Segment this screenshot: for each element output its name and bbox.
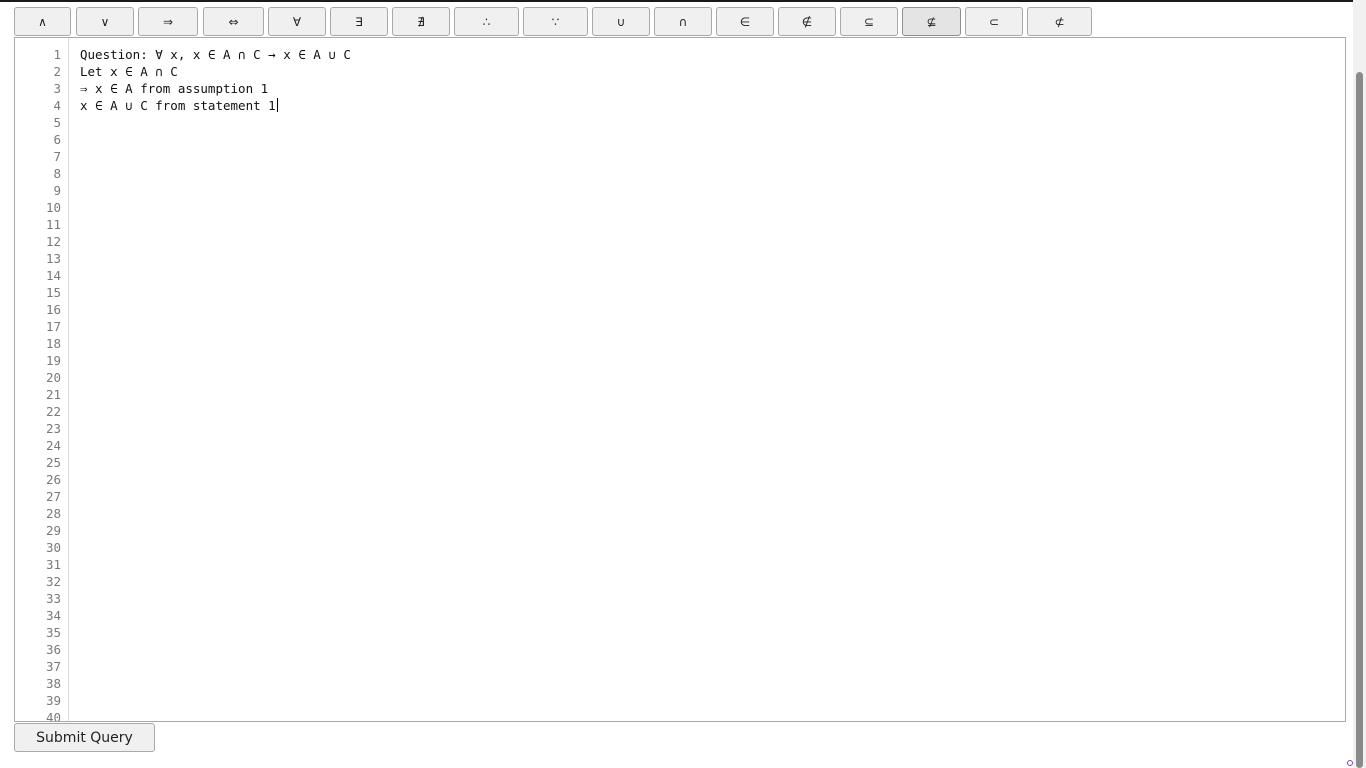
symbol-button-not-subset-eq[interactable]: ⊈ — [902, 7, 961, 36]
submit-query-button[interactable]: Submit Query — [14, 723, 155, 752]
line-number: 1 — [53, 47, 61, 62]
symbol-button-and[interactable]: ∧ — [14, 7, 71, 36]
symbol-button-not-exists[interactable]: ∄ — [392, 7, 450, 36]
symbol-button-not-element-of[interactable]: ∉ — [778, 7, 836, 36]
line-number: 3 — [53, 81, 61, 96]
line-number: 20 — [45, 370, 61, 385]
line-number: 7 — [53, 149, 61, 164]
line-number: 13 — [45, 251, 61, 266]
line-number: 26 — [45, 472, 61, 487]
page-scrollbar[interactable] — [1353, 0, 1366, 768]
line-number: 35 — [45, 625, 61, 640]
line-number: 40 — [45, 710, 61, 722]
line-number: 4 — [53, 98, 61, 113]
symbol-button-element-of[interactable]: ∈ — [716, 7, 774, 36]
line-number-gutter: 1 2 3 4 5 6 7 8 9 10 11 12 13 14 15 16 17 18 19 20 21 22 23 24 2… — [15, 38, 69, 721]
editor-line-text: x ∈ A ∪ C from statement 1 — [80, 98, 276, 113]
symbol-button-therefore[interactable]: ∴ — [454, 7, 519, 36]
line-number: 18 — [45, 336, 61, 351]
line-number: 28 — [45, 506, 61, 521]
symbol-button-exists[interactable]: ∃ — [330, 7, 388, 36]
window-top-edge — [0, 0, 1366, 2]
line-number: 25 — [45, 455, 61, 470]
line-number: 24 — [45, 438, 61, 453]
line-number: 9 — [53, 183, 61, 198]
line-number: 11 — [45, 217, 61, 232]
editor-text-area[interactable]: Question: ∀ x, x ∈ A ∩ C → x ∈ A ∪ C Let… — [80, 46, 1345, 721]
editor-line[interactable]: ⇒ x ∈ A from assumption 1 — [80, 80, 1345, 97]
line-number: 27 — [45, 489, 61, 504]
editor-line[interactable]: Let x ∈ A ∩ C — [80, 63, 1345, 80]
text-caret — [276, 98, 278, 112]
symbol-button-implies[interactable]: ⇒ — [138, 7, 198, 36]
symbol-button-subset[interactable]: ⊂ — [965, 7, 1023, 36]
line-number: 8 — [53, 166, 61, 181]
line-number: 30 — [45, 540, 61, 555]
line-number: 37 — [45, 659, 61, 674]
symbol-button-or[interactable]: ∨ — [76, 7, 134, 36]
symbol-button-intersection[interactable]: ∩ — [654, 7, 712, 36]
proof-editor[interactable]: 1 2 3 4 5 6 7 8 9 10 11 12 13 14 15 16 17 18 19 20 21 22 23 24 2… — [14, 37, 1346, 722]
line-number: 10 — [45, 200, 61, 215]
symbol-button-union[interactable]: ∪ — [592, 7, 650, 36]
line-number: 33 — [45, 591, 61, 606]
resize-handle-icon[interactable] — [1347, 760, 1353, 766]
line-number: 36 — [45, 642, 61, 657]
symbol-button-because[interactable]: ∵ — [523, 7, 588, 36]
editor-line-current[interactable]: x ∈ A ∪ C from statement 1 — [80, 97, 1345, 114]
line-number: 15 — [45, 285, 61, 300]
line-number: 19 — [45, 353, 61, 368]
symbol-button-forall[interactable]: ∀ — [268, 7, 326, 36]
line-number: 21 — [45, 387, 61, 402]
line-number: 32 — [45, 574, 61, 589]
symbol-button-iff[interactable]: ⇔ — [203, 7, 264, 36]
line-number: 6 — [53, 132, 61, 147]
symbol-button-subset-eq[interactable]: ⊆ — [840, 7, 898, 36]
line-number: 17 — [45, 319, 61, 334]
line-number: 12 — [45, 234, 61, 249]
editor-line[interactable]: Question: ∀ x, x ∈ A ∩ C → x ∈ A ∪ C — [80, 46, 1345, 63]
line-number: 39 — [45, 693, 61, 708]
symbol-button-not-subset[interactable]: ⊄ — [1027, 7, 1092, 36]
line-number: 16 — [45, 302, 61, 317]
line-number: 14 — [45, 268, 61, 283]
line-number: 31 — [45, 557, 61, 572]
line-number: 23 — [45, 421, 61, 436]
line-number: 29 — [45, 523, 61, 538]
line-number: 22 — [45, 404, 61, 419]
line-number: 2 — [53, 64, 61, 79]
line-number: 38 — [45, 676, 61, 691]
line-number: 34 — [45, 608, 61, 623]
scrollbar-thumb[interactable] — [1356, 72, 1363, 768]
line-number: 5 — [53, 115, 61, 130]
